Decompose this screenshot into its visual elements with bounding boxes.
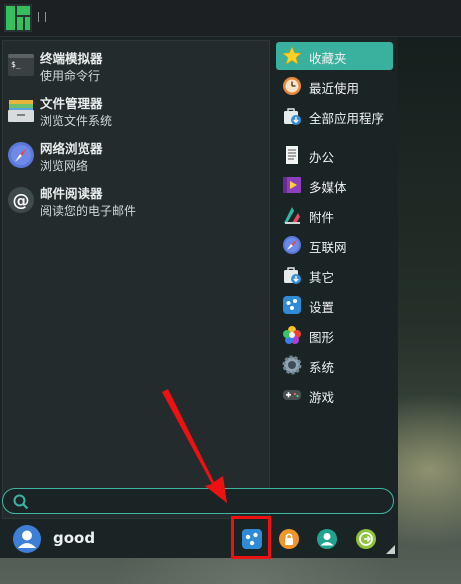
app-description: 阅读您的电子邮件: [40, 204, 137, 218]
bag-download-icon: [284, 267, 301, 284]
category-settings[interactable]: 设置: [276, 291, 393, 319]
category-multimedia[interactable]: 多媒体: [276, 171, 393, 199]
category-favorites[interactable]: 收藏夹: [276, 42, 393, 70]
category-list: 收藏夹 最近使用 全部应用程序 办公 多媒体 附件 互联网 其它 设置 图形 系…: [270, 37, 396, 517]
app-name: 邮件阅读器: [40, 186, 103, 201]
app-description: 使用命令行: [40, 69, 101, 83]
category-office[interactable]: 办公: [276, 141, 393, 169]
category-all-applications[interactable]: 全部应用程序: [276, 102, 393, 130]
search-box[interactable]: [2, 488, 394, 514]
category-internet[interactable]: 互联网: [276, 231, 393, 259]
category-games[interactable]: 游戏: [276, 381, 393, 409]
user-name: good: [53, 529, 96, 547]
app-description: 浏览网络: [40, 159, 89, 173]
app-name: 文件管理器: [40, 96, 103, 111]
panel-separator: [38, 12, 46, 22]
category-graphics[interactable]: 图形: [276, 321, 393, 349]
user-avatar-icon[interactable]: [12, 524, 42, 554]
color-wheel-icon: [283, 326, 301, 344]
app-item-terminal[interactable]: $_ 终端模拟器 使用命令行: [3, 45, 269, 89]
category-label: 附件: [309, 210, 335, 225]
gamepad-icon: [283, 390, 301, 400]
favorites-app-list: $_ 终端模拟器 使用命令行 文件管理器 浏览文件系统 网络浏览器 浏览网络 @…: [2, 40, 270, 519]
compass-icon: [283, 236, 301, 254]
resize-grip-icon[interactable]: [386, 545, 395, 554]
app-name: 终端模拟器: [40, 51, 103, 66]
category-system[interactable]: 系统: [276, 351, 393, 379]
category-label: 多媒体: [309, 180, 347, 195]
app-description: 浏览文件系统: [40, 114, 113, 128]
category-label: 游戏: [309, 390, 335, 405]
category-label: 收藏夹: [309, 51, 347, 66]
app-item-web-browser[interactable]: 网络浏览器 浏览网络: [3, 135, 269, 179]
accessories-icon: [284, 207, 300, 224]
logout-icon[interactable]: [355, 528, 377, 550]
highlight-box: [231, 516, 271, 559]
category-label: 最近使用: [309, 81, 360, 96]
category-label: 其它: [309, 270, 335, 285]
category-label: 设置: [309, 300, 335, 315]
category-label: 互联网: [309, 240, 347, 255]
category-other[interactable]: 其它: [276, 261, 393, 289]
settings-icon: [283, 296, 301, 314]
category-label: 图形: [309, 330, 335, 345]
media-icon: [283, 177, 301, 193]
category-accessories[interactable]: 附件: [276, 201, 393, 229]
bag-download-icon: [284, 108, 301, 125]
at-sign-icon: @: [8, 187, 34, 213]
lock-icon[interactable]: [278, 528, 300, 550]
search-icon: [13, 494, 29, 510]
clock-icon: [283, 77, 301, 95]
terminal-icon: $_: [8, 54, 34, 76]
manjaro-logo-icon[interactable]: [4, 4, 32, 32]
compass-icon: [8, 142, 34, 168]
document-icon: [286, 146, 298, 164]
category-label: 系统: [309, 360, 335, 375]
app-item-file-manager[interactable]: 文件管理器 浏览文件系统: [3, 90, 269, 134]
category-label: 办公: [309, 150, 335, 165]
search-input[interactable]: [35, 492, 379, 512]
category-label: 全部应用程序: [309, 111, 385, 126]
app-name: 网络浏览器: [40, 141, 103, 156]
svg-text:$_: $_: [11, 60, 21, 69]
category-recent[interactable]: 最近使用: [276, 72, 393, 100]
app-item-mail-reader[interactable]: @ 邮件阅读器 阅读您的电子邮件: [3, 180, 269, 224]
top-panel: [0, 0, 461, 37]
gear-icon: [282, 355, 302, 375]
file-manager-icon: [8, 100, 34, 122]
svg-text:@: @: [13, 191, 30, 211]
star-icon: [282, 46, 302, 65]
application-menu: $_ 终端模拟器 使用命令行 文件管理器 浏览文件系统 网络浏览器 浏览网络 @…: [0, 37, 398, 558]
user-icon[interactable]: [316, 528, 338, 550]
